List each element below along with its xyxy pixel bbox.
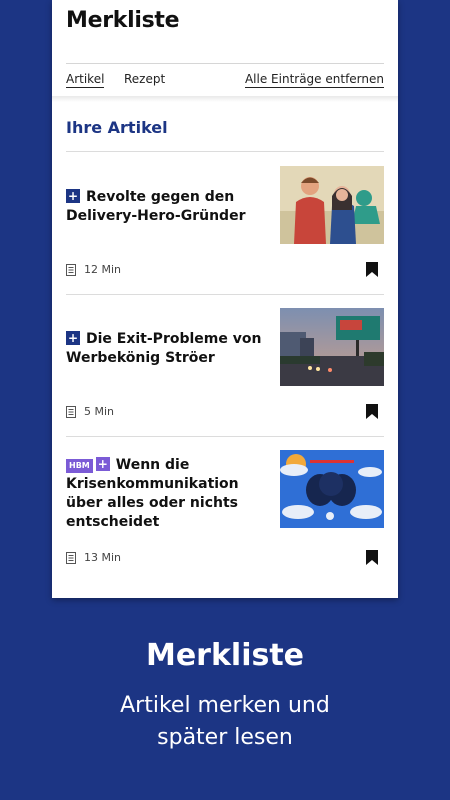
read-time-label: 12 Min <box>84 263 122 276</box>
promo-title: Merkliste <box>145 638 305 673</box>
read-time-label: 5 Min <box>84 405 115 418</box>
article-headline[interactable]: HBM + Wenn die Krisenkommunikation über al… <box>66 456 266 532</box>
article-thumbnail[interactable] <box>280 308 384 386</box>
page-title: Merkliste <box>66 8 180 33</box>
read-time: 13 Min <box>66 551 121 564</box>
bookmark-icon[interactable] <box>366 550 378 565</box>
article-headline[interactable]: + Revolte gegen den Delivery-Hero-Gründer <box>66 188 266 226</box>
bookmark-icon[interactable] <box>366 404 378 419</box>
hbm-badge: HBM <box>66 459 93 473</box>
article-item[interactable]: HBM + Wenn die Krisenkommunikation über al… <box>66 436 384 586</box>
article-thumbnail[interactable] <box>280 450 384 528</box>
article-thumbnail[interactable] <box>280 166 384 244</box>
read-time: 5 Min <box>66 405 114 418</box>
document-icon <box>66 263 76 276</box>
header-shadow <box>52 96 398 102</box>
portrait-image <box>280 166 384 244</box>
promo-subtitle: Artikel merken und später lesen <box>0 690 450 754</box>
bookmark-icon[interactable] <box>366 262 378 277</box>
document-icon <box>66 405 76 418</box>
plus-badge: + <box>95 457 110 471</box>
document-icon <box>66 551 76 564</box>
billboard-street-image <box>280 308 384 386</box>
read-time-label: 13 Min <box>84 551 122 564</box>
tab-bar: Artikel Rezept Alle Einträge entfernen <box>66 72 384 92</box>
headline-text: Die Exit-Probleme von Werbekönig Ströer <box>66 331 262 366</box>
app-screen: Merkliste Artikel Rezept Alle Einträge e… <box>52 0 398 598</box>
remove-all-button[interactable]: Alle Einträge entfernen <box>244 72 384 88</box>
headline-text: Revolte gegen den Delivery-Hero-Gründer <box>66 189 246 224</box>
article-item[interactable]: + Revolte gegen den Delivery-Hero-Gründer <box>66 152 384 295</box>
plus-badge: + <box>66 331 80 345</box>
clouds-illustration-image <box>280 450 384 528</box>
tab-articles[interactable]: Artikel <box>66 72 105 88</box>
section-title: Ihre Artikel <box>66 118 168 137</box>
promo-subtitle-line: Artikel merken und <box>120 693 330 718</box>
divider <box>66 63 384 64</box>
plus-badge: + <box>66 189 80 203</box>
read-time: 12 Min <box>66 263 121 276</box>
promo-subtitle-line: später lesen <box>157 725 293 750</box>
article-item[interactable]: + Die Exit-Probleme von Werbekönig Ströer <box>66 294 384 437</box>
article-headline[interactable]: + Die Exit-Probleme von Werbekönig Ströer <box>66 330 266 368</box>
tab-recipes[interactable]: Rezept <box>124 72 165 86</box>
